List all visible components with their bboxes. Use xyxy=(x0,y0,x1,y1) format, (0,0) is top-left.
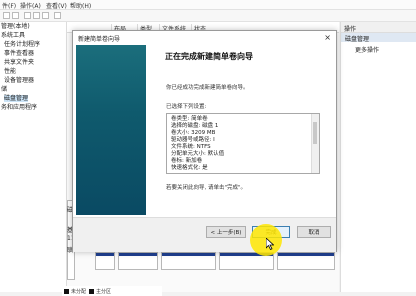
mouse-pointer-icon xyxy=(266,238,274,250)
wizard-footer: < 上一步(B) 完成 取消 xyxy=(73,217,336,252)
disk-partition[interactable] xyxy=(95,252,115,270)
tree-item-task-scheduler[interactable]: 任务计划程序 xyxy=(4,41,40,48)
actions-header: 操作 xyxy=(341,22,416,33)
cancel-button[interactable]: 取消 xyxy=(297,226,331,238)
wizard-title: 新建简单卷向导 xyxy=(78,36,121,43)
close-icon[interactable]: × xyxy=(324,33,331,42)
help-icon[interactable] xyxy=(42,12,49,19)
tree-item-storage[interactable]: 储 xyxy=(1,86,7,93)
wizard-intro: 你已经成功完成新建简单卷向导。 xyxy=(166,85,249,91)
tree-item-system-tools[interactable]: 系统工具 xyxy=(1,32,25,39)
setting-line: 选择的磁盘: 磁盘 1 xyxy=(171,123,219,129)
console-tree: 管理(本地) 系统工具 任务计划程序 事件查看器 共享文件夹 性能 设备管理器 … xyxy=(0,22,67,292)
setting-line: 卷标: 新加卷 xyxy=(171,158,203,164)
setting-line: 卷类型: 简单卷 xyxy=(171,116,208,122)
finish-hint: 若要关闭此向导, 请单击"完成"。 xyxy=(166,185,247,191)
settings-summary-box[interactable]: 卷类型: 简单卷 选择的磁盘: 磁盘 1 卷大小: 3209 MB 驱动器号或路… xyxy=(166,113,320,174)
tree-item-disk-management[interactable]: 磁盘管理 xyxy=(4,95,29,102)
setting-line: 快速格式化: 是 xyxy=(171,165,208,171)
settings-label: 已选择下列设置: xyxy=(166,104,207,110)
setting-line: 卷大小: 3209 MB xyxy=(171,130,216,136)
wizard-titlebar[interactable]: 新建简单卷向导 × xyxy=(73,31,336,44)
properties-icon[interactable] xyxy=(33,12,40,19)
legend: 未分配 主分区 xyxy=(62,286,162,296)
tree-item-event-viewer[interactable]: 事件查看器 xyxy=(4,50,34,57)
setting-line: 驱动器号或路径: I xyxy=(171,137,215,143)
legend-primary: 主分区 xyxy=(96,289,112,295)
actions-section-label: 磁盘管理 xyxy=(345,36,370,43)
up-icon[interactable] xyxy=(24,12,31,19)
more-actions-link[interactable]: 更多操作 xyxy=(355,45,379,54)
disk-partition[interactable] xyxy=(118,252,158,270)
legend-swatch-primary xyxy=(89,289,94,294)
menu-action[interactable]: 操作(A) xyxy=(20,1,41,10)
actions-section[interactable]: 磁盘管理 xyxy=(341,33,416,43)
setting-line: 文件系统: NTFS xyxy=(171,144,211,150)
view-icon[interactable] xyxy=(54,12,61,19)
toolbar xyxy=(0,10,416,22)
tree-item-device-manager[interactable]: 设备管理器 xyxy=(4,77,34,84)
back-icon[interactable] xyxy=(3,12,10,19)
tree-item-shared-folders[interactable]: 共享文件夹 xyxy=(4,59,34,66)
forward-icon[interactable] xyxy=(12,12,19,19)
menu-help[interactable]: 帮助(H) xyxy=(70,1,91,10)
menu-bar: 件(F) 操作(A) 查看(V) 帮助(H) xyxy=(0,0,416,10)
legend-unallocated: 未分配 xyxy=(71,289,87,295)
actions-header-label: 操作 xyxy=(344,26,357,33)
menu-view[interactable]: 查看(V) xyxy=(46,1,67,10)
setting-line: 分配单元大小: 默认值 xyxy=(171,151,225,157)
settings-scrollbar[interactable] xyxy=(311,114,319,173)
back-button[interactable]: < 上一步(B) xyxy=(206,226,246,238)
wizard-banner-image xyxy=(76,45,146,215)
actions-pane: 操作 磁盘管理 更多操作 xyxy=(340,22,416,292)
new-simple-volume-wizard: 新建简单卷向导 × 正在完成新建简单卷向导 你已经成功完成新建简单卷向导。 已选… xyxy=(72,30,337,252)
wizard-heading: 正在完成新建简单卷向导 xyxy=(165,52,253,61)
tree-item-performance[interactable]: 性能 xyxy=(4,68,16,75)
tree-item-services-apps[interactable]: 务和应用程序 xyxy=(1,104,37,111)
tree-item-root[interactable]: 管理(本地) xyxy=(1,23,30,30)
disk-partition[interactable] xyxy=(277,252,335,270)
scrollbar-thumb[interactable] xyxy=(313,122,317,144)
legend-swatch-unallocated xyxy=(64,289,69,294)
menu-file[interactable]: 件(F) xyxy=(2,1,16,10)
disk-partition[interactable] xyxy=(161,252,216,270)
